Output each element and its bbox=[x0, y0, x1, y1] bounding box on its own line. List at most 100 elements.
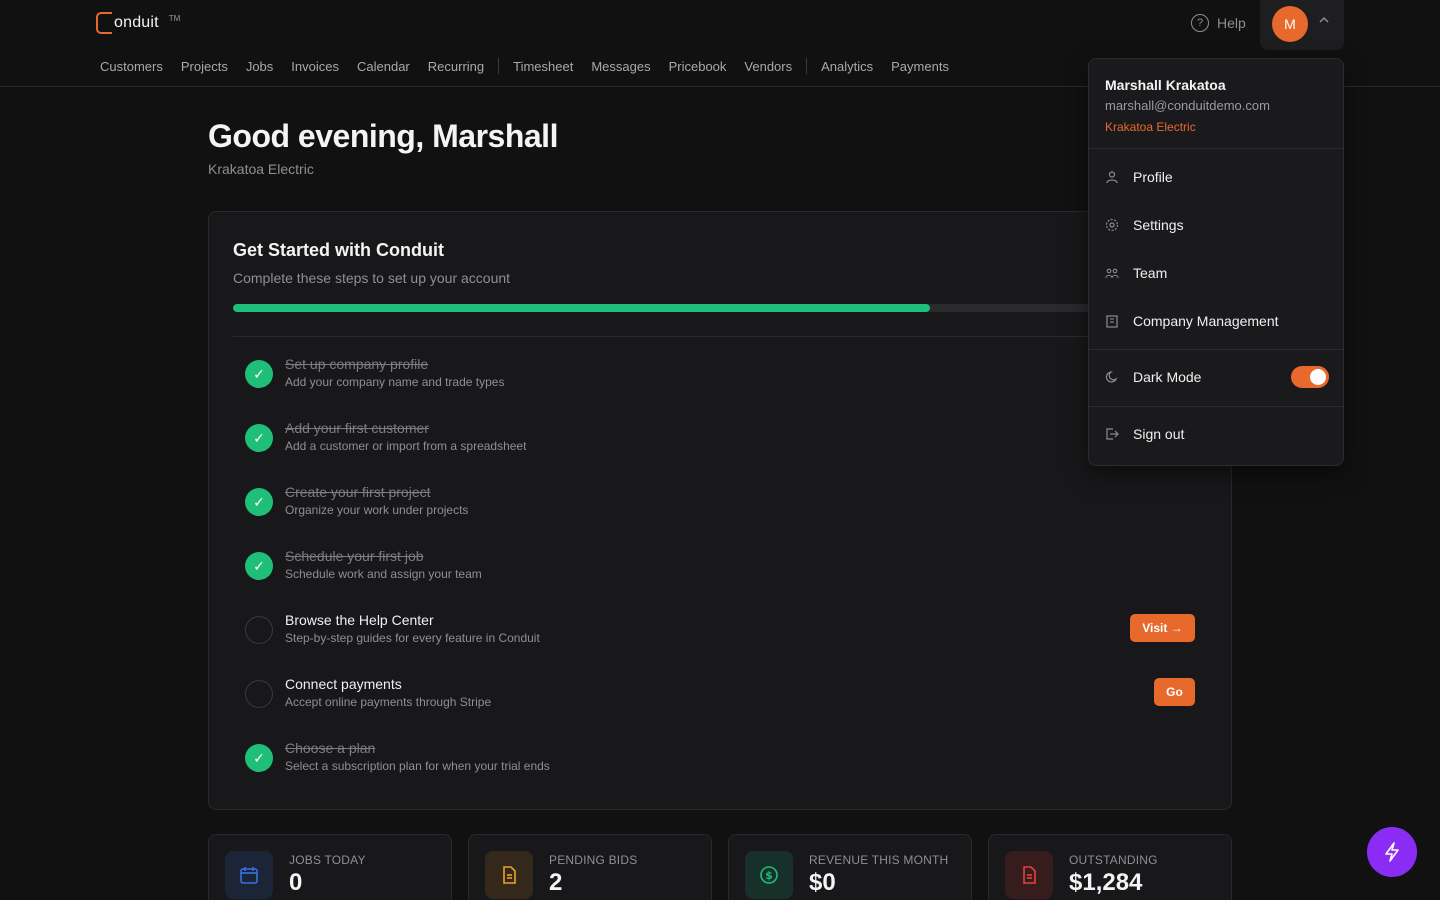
step-company-profile[interactable]: ✓ Set up company profile Add your compan… bbox=[245, 356, 1205, 396]
menu-divider bbox=[1089, 148, 1343, 149]
building-icon bbox=[1105, 314, 1119, 328]
main-nav: Customers Projects Jobs Invoices Calenda… bbox=[100, 58, 967, 74]
quick-action-button[interactable] bbox=[1367, 827, 1417, 877]
menu-item-label: Team bbox=[1133, 265, 1168, 281]
onboarding-progress-bar bbox=[233, 304, 1209, 312]
nav-analytics[interactable]: Analytics bbox=[821, 59, 873, 74]
incomplete-circle-icon bbox=[245, 680, 273, 708]
menu-item-label: Sign out bbox=[1133, 426, 1185, 442]
step-title: Add your first customer bbox=[285, 420, 429, 436]
help-icon: ? bbox=[1191, 14, 1209, 32]
logo-mark-icon bbox=[96, 12, 112, 34]
menu-item-profile[interactable]: Profile bbox=[1105, 161, 1327, 193]
onboarding-title: Get Started with Conduit bbox=[233, 240, 444, 260]
nav-messages[interactable]: Messages bbox=[591, 59, 650, 74]
dark-mode-toggle[interactable] bbox=[1291, 366, 1329, 388]
menu-divider bbox=[1089, 406, 1343, 407]
user-menu-trigger[interactable]: M bbox=[1260, 0, 1344, 50]
step-title: Schedule your first job bbox=[285, 548, 424, 564]
conduit-logo[interactable]: onduit TM bbox=[96, 12, 180, 34]
step-connect-payments[interactable]: Connect payments Accept online payments … bbox=[245, 676, 1205, 716]
step-help-center[interactable]: Browse the Help Center Step-by-step guid… bbox=[245, 612, 1205, 652]
nav-calendar[interactable]: Calendar bbox=[357, 59, 410, 74]
calendar-icon bbox=[225, 851, 273, 899]
check-icon: ✓ bbox=[245, 488, 273, 516]
help-label: Help bbox=[1217, 15, 1246, 31]
check-icon: ✓ bbox=[245, 360, 273, 388]
user-icon bbox=[1105, 170, 1119, 184]
progress-fill bbox=[233, 304, 930, 312]
logo-trademark: TM bbox=[168, 13, 181, 23]
stat-outstanding[interactable]: OUTSTANDING $1,284 bbox=[988, 834, 1232, 900]
menu-item-label: Dark Mode bbox=[1133, 369, 1202, 385]
company-name: Krakatoa Electric bbox=[208, 161, 314, 177]
sign-out-icon bbox=[1105, 427, 1119, 441]
step-choose-plan[interactable]: ✓ Choose a plan Select a subscription pl… bbox=[245, 740, 1205, 780]
nav-timesheet[interactable]: Timesheet bbox=[513, 59, 573, 74]
lightning-icon bbox=[1385, 842, 1399, 862]
menu-item-label: Settings bbox=[1133, 217, 1184, 233]
card-divider bbox=[233, 336, 1209, 337]
onboarding-card: Get Started with Conduit Complete these … bbox=[208, 211, 1232, 810]
moon-icon bbox=[1105, 370, 1119, 384]
step-title: Choose a plan bbox=[285, 740, 376, 756]
invoice-icon bbox=[1005, 851, 1053, 899]
stat-pending-bids[interactable]: PENDING BIDS 2 bbox=[468, 834, 712, 900]
stat-label: OUTSTANDING bbox=[1069, 853, 1158, 867]
incomplete-circle-icon bbox=[245, 616, 273, 644]
nav-customers[interactable]: Customers bbox=[100, 59, 163, 74]
nav-projects[interactable]: Projects bbox=[181, 59, 228, 74]
nav-invoices[interactable]: Invoices bbox=[291, 59, 339, 74]
svg-text:$: $ bbox=[765, 869, 773, 882]
nav-payments[interactable]: Payments bbox=[891, 59, 949, 74]
nav-jobs[interactable]: Jobs bbox=[246, 59, 273, 74]
visit-button[interactable]: Visit → bbox=[1130, 614, 1195, 642]
step-description: Organize your work under projects bbox=[285, 503, 469, 517]
avatar[interactable]: M bbox=[1272, 6, 1308, 42]
step-first-job[interactable]: ✓ Schedule your first job Schedule work … bbox=[245, 548, 1205, 588]
stat-value: $1,284 bbox=[1069, 869, 1143, 896]
stat-jobs-today[interactable]: JOBS TODAY 0 bbox=[208, 834, 452, 900]
toggle-knob bbox=[1310, 369, 1326, 385]
menu-item-company-management[interactable]: Company Management bbox=[1105, 305, 1327, 337]
document-icon bbox=[485, 851, 533, 899]
nav-vendors[interactable]: Vendors bbox=[744, 59, 792, 74]
menu-item-dark-mode: Dark Mode bbox=[1105, 361, 1285, 393]
menu-item-sign-out[interactable]: Sign out bbox=[1105, 418, 1327, 450]
nav-pricebook[interactable]: Pricebook bbox=[669, 59, 727, 74]
logo-text: onduit bbox=[114, 14, 159, 31]
menu-item-label: Company Management bbox=[1133, 313, 1279, 329]
step-first-project[interactable]: ✓ Create your first project Organize you… bbox=[245, 484, 1205, 524]
stat-label: PENDING BIDS bbox=[549, 853, 638, 867]
check-icon: ✓ bbox=[245, 744, 273, 772]
stat-label: JOBS TODAY bbox=[289, 853, 366, 867]
onboarding-subtitle: Complete these steps to set up your acco… bbox=[233, 270, 511, 286]
step-title: Set up company profile bbox=[285, 356, 429, 372]
stat-value: 0 bbox=[289, 869, 303, 896]
stat-value: $0 bbox=[809, 869, 836, 896]
nav-divider bbox=[498, 58, 500, 74]
step-title: Create your first project bbox=[285, 484, 431, 500]
check-icon: ✓ bbox=[245, 424, 273, 452]
check-icon: ✓ bbox=[245, 552, 273, 580]
menu-item-team[interactable]: Team bbox=[1105, 257, 1327, 289]
step-description: Add your company name and trade types bbox=[285, 375, 505, 389]
nav-recurring[interactable]: Recurring bbox=[428, 59, 484, 74]
user-name: Marshall Krakatoa bbox=[1105, 77, 1226, 93]
chevron-up-icon bbox=[1319, 16, 1329, 23]
step-description: Add a customer or import from a spreadsh… bbox=[285, 439, 527, 453]
menu-item-label: Profile bbox=[1133, 169, 1173, 185]
step-first-customer[interactable]: ✓ Add your first customer Add a customer… bbox=[245, 420, 1205, 460]
user-email: marshall@conduitdemo.com bbox=[1105, 98, 1270, 113]
help-button[interactable]: ? Help bbox=[1191, 14, 1246, 32]
go-button[interactable]: Go bbox=[1154, 678, 1195, 706]
nav-divider bbox=[806, 58, 808, 74]
step-title: Browse the Help Center bbox=[285, 612, 434, 628]
stat-label: REVENUE THIS MONTH bbox=[809, 853, 949, 867]
user-company: Krakatoa Electric bbox=[1105, 120, 1196, 134]
menu-item-settings[interactable]: Settings bbox=[1105, 209, 1327, 241]
gear-icon bbox=[1105, 218, 1119, 232]
stat-revenue-month[interactable]: $ REVENUE THIS MONTH $0 bbox=[728, 834, 972, 900]
step-description: Select a subscription plan for when your… bbox=[285, 759, 550, 773]
menu-divider bbox=[1089, 349, 1343, 350]
